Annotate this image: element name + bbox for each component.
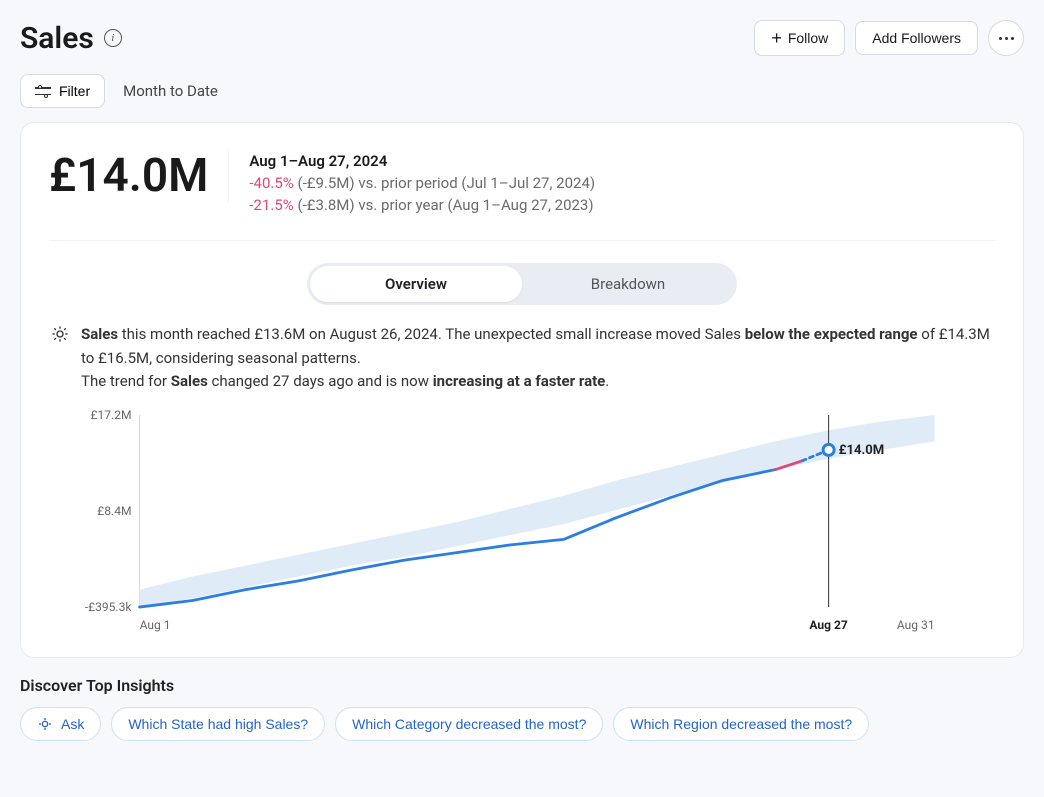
more-button[interactable]: [988, 20, 1024, 56]
discover-section: Discover Top Insights Ask Which State ha…: [20, 676, 1024, 741]
page-title: Sales: [20, 21, 94, 56]
metric-card: £14.0M Aug 1–Aug 27, 2024 -40.5% (-£9.5M…: [20, 122, 1024, 658]
insight-2-b: Sales: [171, 372, 208, 390]
insight-line-2: The trend for Sales changed 27 days ago …: [81, 370, 993, 393]
ask-icon: [37, 716, 53, 732]
tab-breakdown[interactable]: Breakdown: [522, 266, 734, 302]
ask-chip[interactable]: Ask: [20, 707, 101, 741]
insight-icon: [51, 323, 69, 393]
svg-text:£8.4M: £8.4M: [97, 504, 131, 518]
insight-2-d: increasing at a faster rate: [433, 372, 606, 390]
insight-line-1: Sales this month reached £13.6M on Augus…: [81, 323, 993, 370]
insight-2-a: The trend for: [81, 372, 171, 390]
insight-block: Sales this month reached £13.6M on Augus…: [49, 323, 995, 393]
period-label[interactable]: Month to Date: [123, 82, 218, 100]
comp2-rest: (-£3.8M) vs. prior year (Aug 1–Aug 27, 2…: [294, 196, 594, 214]
more-icon: [999, 37, 1014, 40]
metric-date-range: Aug 1–Aug 27, 2024: [249, 151, 595, 173]
svg-text:£17.2M: £17.2M: [90, 408, 131, 422]
insight-chip-2[interactable]: Which Category decreased the most?: [335, 707, 603, 741]
filter-button[interactable]: Filter: [20, 74, 105, 108]
insight-2-e: .: [605, 372, 609, 390]
insight-2-c: changed 27 days ago and is now: [208, 372, 433, 390]
svg-text:Aug 1: Aug 1: [140, 618, 171, 632]
tab-overview[interactable]: Overview: [310, 266, 522, 302]
plus-icon: +: [771, 29, 782, 47]
info-icon[interactable]: i: [104, 29, 122, 47]
metric-value: £14.0M: [49, 151, 229, 202]
insight-1-b: this month reached £13.6M on August 26, …: [118, 325, 745, 343]
follow-button[interactable]: + Follow: [754, 20, 845, 56]
toolbar: Filter Month to Date: [20, 74, 1024, 108]
insight-1-c: below the expected range: [745, 325, 918, 343]
comp2-pct: -21.5%: [249, 196, 293, 214]
svg-text:-£395.3k: -£395.3k: [85, 600, 133, 614]
discover-heading: Discover Top Insights: [20, 676, 1024, 695]
metric-comparison-prior-period: -40.5% (-£9.5M) vs. prior period (Jul 1–…: [249, 173, 595, 195]
comp1-rest: (-£9.5M) vs. prior period (Jul 1–Jul 27,…: [294, 174, 595, 192]
insight-chip-3[interactable]: Which Region decreased the most?: [613, 707, 869, 741]
svg-text:£14.0M: £14.0M: [839, 443, 885, 458]
sales-chart[interactable]: -£395.3k £8.4M £17.2M £14.0M Aug 1 Aug 27 Aug …: [49, 407, 995, 637]
svg-text:Aug 27: Aug 27: [809, 618, 848, 632]
svg-text:Aug 31: Aug 31: [897, 618, 935, 632]
insight-chip-1[interactable]: Which State had high Sales?: [111, 707, 325, 741]
metric-comparison-prior-year: -21.5% (-£3.8M) vs. prior year (Aug 1–Au…: [249, 195, 595, 217]
follow-label: Follow: [788, 30, 828, 46]
insight-1-a: Sales: [81, 325, 118, 343]
filter-label: Filter: [59, 83, 90, 99]
add-followers-label: Add Followers: [872, 30, 961, 46]
page-header: Sales i + Follow Add Followers: [20, 20, 1024, 56]
view-tabs: Overview Breakdown: [307, 263, 737, 305]
add-followers-button[interactable]: Add Followers: [855, 21, 978, 55]
filter-icon: [35, 85, 51, 97]
comp1-pct: -40.5%: [249, 174, 293, 192]
ask-label: Ask: [61, 716, 84, 732]
